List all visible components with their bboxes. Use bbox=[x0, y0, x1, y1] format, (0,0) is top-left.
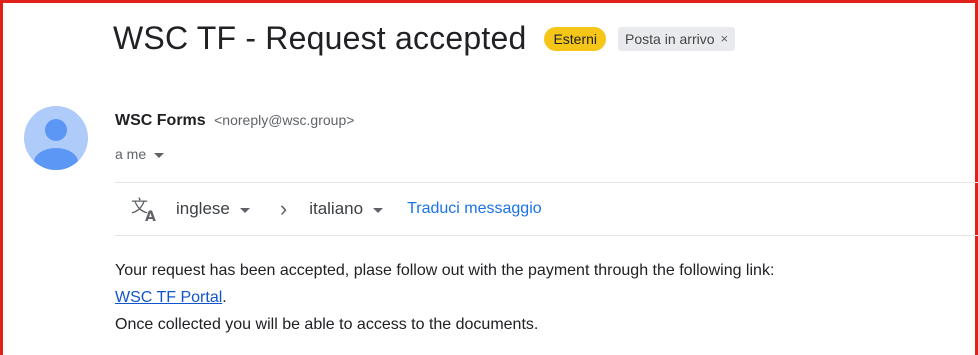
chevron-down-icon bbox=[154, 152, 165, 158]
body-link-line: WSC TF Portal. bbox=[115, 284, 774, 311]
target-language: italiano bbox=[309, 199, 364, 218]
body-line: Your request has been accepted, plase fo… bbox=[115, 262, 775, 279]
chevron-right-icon: › bbox=[279, 196, 288, 221]
svg-text:A: A bbox=[145, 209, 156, 223]
link-suffix: . bbox=[222, 289, 227, 306]
email-subject: WSC TF - Request accepted bbox=[113, 20, 527, 56]
chevron-down-icon bbox=[239, 207, 250, 213]
sender-line: WSC Forms <noreply@wsc.group> bbox=[115, 112, 354, 130]
source-language-select[interactable]: inglese bbox=[176, 199, 250, 219]
target-language-select[interactable]: italiano bbox=[309, 199, 384, 219]
translate-message-link[interactable]: Traduci messaggio bbox=[407, 200, 542, 218]
divider bbox=[115, 182, 978, 183]
sender-email: <noreply@wsc.group> bbox=[214, 112, 355, 128]
translate-icon: 文 A bbox=[131, 197, 156, 223]
external-label[interactable]: Esterni bbox=[544, 26, 607, 51]
chevron-down-icon bbox=[373, 207, 384, 213]
subject-row: WSC TF - Request accepted Esterni Posta … bbox=[113, 20, 736, 57]
portal-link[interactable]: WSC TF Portal bbox=[115, 289, 222, 306]
inbox-label-text: Posta in arrivo bbox=[625, 30, 715, 47]
translate-bar: 文 A inglese › italiano Traduci messaggio bbox=[130, 195, 542, 223]
body-line: Once collected you will be able to acces… bbox=[115, 316, 539, 333]
email-body: Your request has been accepted, plase fo… bbox=[115, 257, 774, 338]
divider bbox=[115, 235, 978, 236]
source-language: inglese bbox=[176, 199, 230, 218]
inbox-label[interactable]: Posta in arrivo × bbox=[618, 26, 736, 51]
recipient-details-toggle[interactable]: a me bbox=[115, 146, 165, 162]
recipient-text: a me bbox=[115, 146, 147, 162]
person-avatar-icon[interactable] bbox=[24, 106, 88, 170]
sender-name[interactable]: WSC Forms bbox=[115, 112, 206, 129]
close-icon[interactable]: × bbox=[721, 30, 729, 48]
